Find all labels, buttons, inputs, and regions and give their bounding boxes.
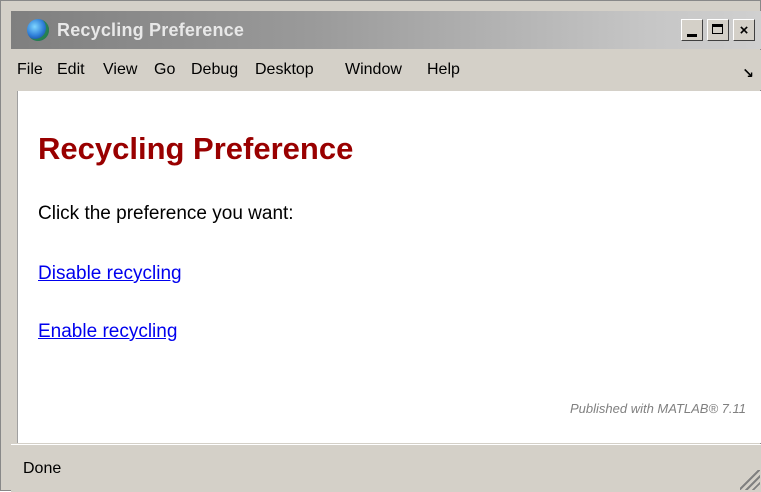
globe-icon bbox=[27, 19, 49, 41]
menu-desktop[interactable]: Desktop bbox=[255, 61, 314, 79]
menu-bar: File Edit View Go Debug Desktop Window H… bbox=[11, 50, 761, 90]
browser-window: Recycling Preference × File Edit View Go… bbox=[0, 0, 761, 492]
close-button[interactable]: × bbox=[733, 19, 755, 41]
title-bar[interactable]: Recycling Preference × bbox=[11, 11, 761, 49]
minimize-button[interactable] bbox=[681, 19, 703, 41]
menu-help[interactable]: Help bbox=[427, 61, 460, 79]
menu-window[interactable]: Window bbox=[345, 61, 402, 79]
status-text: Done bbox=[23, 460, 62, 477]
minimize-icon bbox=[687, 34, 697, 37]
page-content: Recycling Preference Click the preferenc… bbox=[17, 91, 761, 443]
status-bar: Done bbox=[11, 444, 761, 492]
maximize-icon bbox=[712, 24, 723, 34]
close-icon: × bbox=[739, 21, 749, 39]
maximize-button[interactable] bbox=[707, 19, 729, 41]
menu-view[interactable]: View bbox=[103, 61, 137, 79]
menu-edit[interactable]: Edit bbox=[57, 61, 85, 79]
enable-recycling-link[interactable]: Enable recycling bbox=[38, 321, 177, 343]
disable-recycling-link[interactable]: Disable recycling bbox=[38, 263, 182, 285]
undock-arrow-icon[interactable]: ↘ bbox=[742, 65, 754, 82]
published-note: Published with MATLAB® 7.11 bbox=[569, 401, 746, 416]
page-title: Recycling Preference bbox=[38, 131, 354, 166]
resize-grip-icon[interactable] bbox=[740, 470, 760, 490]
menu-go[interactable]: Go bbox=[154, 61, 175, 79]
menu-file[interactable]: File bbox=[17, 61, 43, 79]
instruction-text: Click the preference you want: bbox=[38, 203, 294, 224]
window-title: Recycling Preference bbox=[57, 20, 245, 40]
menu-debug[interactable]: Debug bbox=[191, 61, 238, 79]
